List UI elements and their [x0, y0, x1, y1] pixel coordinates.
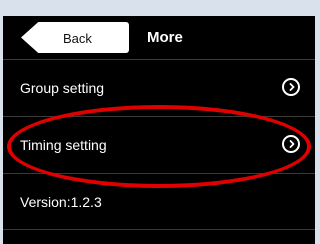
navigation-bar: Back More: [3, 16, 315, 59]
menu-item-timing-setting[interactable]: Timing setting: [3, 116, 315, 173]
menu-item-label: Group setting: [20, 80, 105, 96]
back-button-label: Back: [63, 31, 92, 46]
chevron-right-circle-icon: [282, 78, 300, 96]
more-screen: Back More Group setting Timing setting V…: [3, 16, 315, 244]
menu-item-label: Timing setting: [20, 137, 107, 153]
chevron-right-circle-icon: [282, 135, 300, 153]
page-title: More: [147, 29, 183, 46]
menu-item-group-setting[interactable]: Group setting: [3, 59, 315, 116]
menu-item-version: Version:1.2.3: [3, 173, 315, 230]
settings-menu: Group setting Timing setting Version:1.2…: [3, 59, 315, 230]
version-label: Version:1.2.3: [20, 194, 102, 210]
back-button[interactable]: Back: [21, 22, 129, 53]
